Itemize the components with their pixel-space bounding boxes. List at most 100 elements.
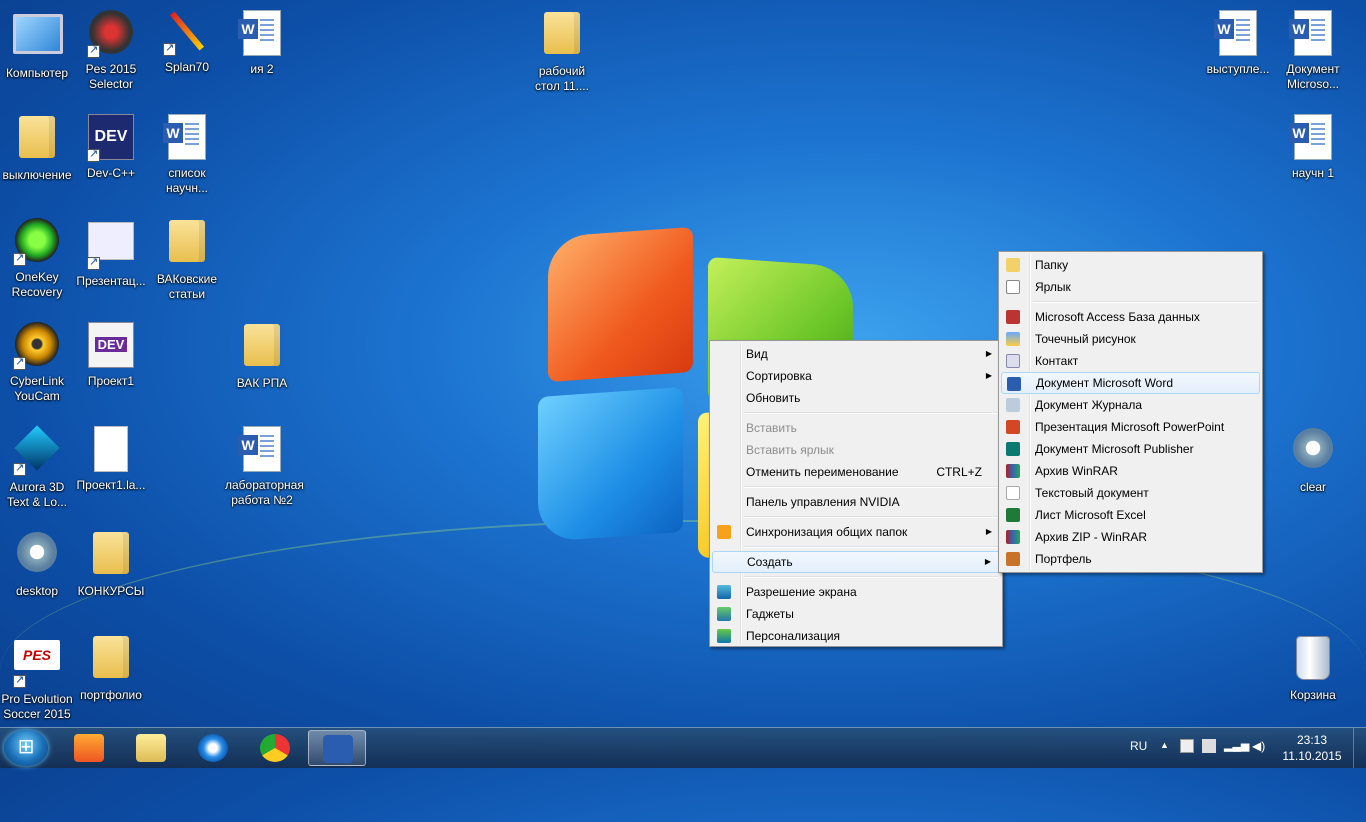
- menu-item-nvidia-panel[interactable]: Панель управления NVIDIA: [712, 491, 1000, 513]
- device-icon[interactable]: [1202, 739, 1216, 753]
- menu-item-label: Документ Microsoft Publisher: [1035, 442, 1194, 456]
- create-item-contact[interactable]: Контакт: [1001, 350, 1260, 372]
- start-button[interactable]: [4, 730, 48, 766]
- desktop-icon-proekt1[interactable]: DEV Проект1: [74, 320, 148, 389]
- desktop-icon-vyklyuchenie[interactable]: выключение: [0, 112, 74, 183]
- menu-item-shortcut: CTRL+Z: [936, 465, 982, 479]
- explorer-folder-icon: [136, 734, 166, 762]
- taskbar-chrome[interactable]: [246, 730, 304, 766]
- publisher-icon: [1006, 442, 1020, 456]
- desktop-icon-pes2015[interactable]: PES Pro Evolution Soccer 2015: [0, 632, 74, 722]
- desktop-icon-vak-rpa[interactable]: ВАК РПА: [225, 320, 299, 391]
- menu-item-label: Обновить: [746, 391, 801, 405]
- desktop-icon-proekt1-layout[interactable]: Проект1.la...: [74, 424, 148, 493]
- taskbar-internet-explorer[interactable]: [184, 730, 242, 766]
- create-item-journal[interactable]: Документ Журнала: [1001, 394, 1260, 416]
- create-item-zip[interactable]: Архив ZIP - WinRAR: [1001, 526, 1260, 548]
- desktop-icon-vystuple[interactable]: выступле...: [1201, 8, 1275, 77]
- desktop-icon-youcam[interactable]: CyberLink YouCam: [0, 320, 74, 404]
- desktop-icon-desktop-ini[interactable]: desktop: [0, 528, 74, 599]
- create-item-publisher[interactable]: Документ Microsoft Publisher: [1001, 438, 1260, 460]
- clock[interactable]: 23:13 11.10.2015: [1276, 732, 1348, 764]
- desktop-icon-document-microsoft[interactable]: Документ Microso...: [1276, 8, 1350, 92]
- text-document-icon: [1006, 486, 1020, 500]
- desktop-icon-splan[interactable]: Splan70: [150, 8, 224, 75]
- create-submenu: Папку Ярлык Microsoft Access База данных…: [998, 251, 1263, 573]
- clock-time: 23:13: [1296, 733, 1328, 747]
- desktop-icon-label: Проект1: [87, 374, 135, 388]
- desktop-icon-vak-stati[interactable]: ВАКовские статьи: [150, 216, 224, 302]
- desktop-icon-label: Pro Evolution Soccer 2015: [1, 692, 73, 721]
- menu-item-label: Папку: [1035, 258, 1069, 272]
- taskbar-word[interactable]: [308, 730, 366, 766]
- menu-item-personalization[interactable]: Персонализация: [712, 625, 1000, 647]
- menu-item-label: Контакт: [1035, 354, 1079, 368]
- desktop-icon-pes-selector[interactable]: Pes 2015 Selector: [74, 8, 148, 92]
- desktop-icon-lab-rabota[interactable]: лабораторная работа №2: [225, 424, 304, 508]
- menu-item-refresh[interactable]: Обновить: [712, 387, 1000, 409]
- desktop-icon-computer[interactable]: Компьютер: [0, 8, 74, 81]
- menu-item-label: Панель управления NVIDIA: [746, 495, 900, 509]
- menu-item-sync-folders[interactable]: Синхронизация общих папок ▶: [712, 521, 1000, 543]
- desktop-icon-ia2[interactable]: ия 2: [225, 8, 299, 77]
- create-item-folder[interactable]: Папку: [1001, 254, 1260, 276]
- menu-item-label: Презентация Microsoft PowerPoint: [1035, 420, 1225, 434]
- menu-item-label: Точечный рисунок: [1035, 332, 1136, 346]
- desktop-icon-portfolio[interactable]: портфолио: [74, 632, 148, 703]
- desktop-icon-spisok[interactable]: список научн...: [150, 112, 224, 196]
- folder-icon: [544, 12, 580, 54]
- create-item-word[interactable]: Документ Microsoft Word: [1001, 372, 1260, 394]
- media-player-icon: [74, 734, 104, 762]
- desktop-icon-label: Pes 2015 Selector: [85, 62, 137, 91]
- shortcut-arrow-icon: [87, 255, 100, 270]
- create-item-access[interactable]: Microsoft Access База данных: [1001, 306, 1260, 328]
- volume-icon[interactable]: ◀): [1252, 739, 1265, 753]
- create-item-powerpoint[interactable]: Презентация Microsoft PowerPoint: [1001, 416, 1260, 438]
- menu-item-screen-resolution[interactable]: Разрешение экрана: [712, 581, 1000, 603]
- create-item-bitmap[interactable]: Точечный рисунок: [1001, 328, 1260, 350]
- network-signal-icon[interactable]: ▂▃▅: [1224, 739, 1249, 752]
- create-item-winrar[interactable]: Архив WinRAR: [1001, 460, 1260, 482]
- desktop-icon-dev-cpp[interactable]: DEV Dev-C++: [74, 112, 148, 181]
- desktop-icon-label: научн 1: [1291, 166, 1335, 180]
- show-desktop-button[interactable]: [1353, 728, 1366, 768]
- desktop-icon-clear[interactable]: clear: [1276, 424, 1350, 495]
- bitmap-icon: [1006, 332, 1020, 346]
- menu-item-paste[interactable]: Вставить: [712, 417, 1000, 439]
- word-document-icon: [1289, 114, 1332, 160]
- action-center-icon[interactable]: [1180, 739, 1194, 753]
- desktop-icon-recycle-bin[interactable]: Корзина: [1276, 632, 1350, 703]
- menu-item-create[interactable]: Создать ▶: [712, 551, 1000, 573]
- menu-item-label: Архив WinRAR: [1035, 464, 1118, 478]
- create-item-shortcut[interactable]: Ярлык: [1001, 276, 1260, 298]
- powerpoint-icon: [1006, 420, 1020, 434]
- taskbar-media-player[interactable]: [60, 730, 118, 766]
- menu-item-label: Персонализация: [746, 629, 841, 643]
- create-item-briefcase[interactable]: Портфель: [1001, 548, 1260, 570]
- briefcase-icon: [1006, 552, 1020, 566]
- personalization-icon: [717, 629, 731, 643]
- desktop-icon-work-desk-folder[interactable]: рабочий стол 11....: [525, 8, 599, 94]
- create-item-excel[interactable]: Лист Microsoft Excel: [1001, 504, 1260, 526]
- language-indicator[interactable]: RU: [1130, 739, 1147, 753]
- menu-item-undo-rename[interactable]: Отменить переименование CTRL+Z: [712, 461, 1000, 483]
- desktop-icon-label: рабочий стол 11....: [535, 64, 589, 93]
- desktop-icon-konkursy[interactable]: КОНКУРСЫ: [74, 528, 148, 599]
- create-item-text[interactable]: Текстовый документ: [1001, 482, 1260, 504]
- show-hidden-icons-icon[interactable]: ▲: [1160, 740, 1169, 750]
- menu-item-gadgets[interactable]: Гаджеты: [712, 603, 1000, 625]
- journal-icon: [1006, 398, 1020, 412]
- desktop-icon-aurora3d[interactable]: Aurora 3D Text & Lo...: [0, 424, 74, 510]
- computer-icon: [13, 14, 63, 54]
- desktop-icon-nauchn1[interactable]: научн 1: [1276, 112, 1350, 181]
- desktop-icon-label: ия 2: [250, 62, 274, 76]
- taskbar-explorer[interactable]: [122, 730, 180, 766]
- desktop-icon-onekey[interactable]: OneKey Recovery: [0, 216, 74, 300]
- menu-item-sort[interactable]: Сортировка ▶: [712, 365, 1000, 387]
- submenu-arrow-icon: ▶: [985, 527, 992, 536]
- menu-item-view[interactable]: Вид ▶: [712, 343, 1000, 365]
- settings-file-icon: [1293, 428, 1333, 468]
- desktop-context-menu: Вид ▶ Сортировка ▶ Обновить Вставить Встав…: [709, 340, 1003, 647]
- desktop-icon-prezentac[interactable]: Презентац...: [74, 216, 148, 289]
- menu-item-paste-shortcut[interactable]: Вставить ярлык: [712, 439, 1000, 461]
